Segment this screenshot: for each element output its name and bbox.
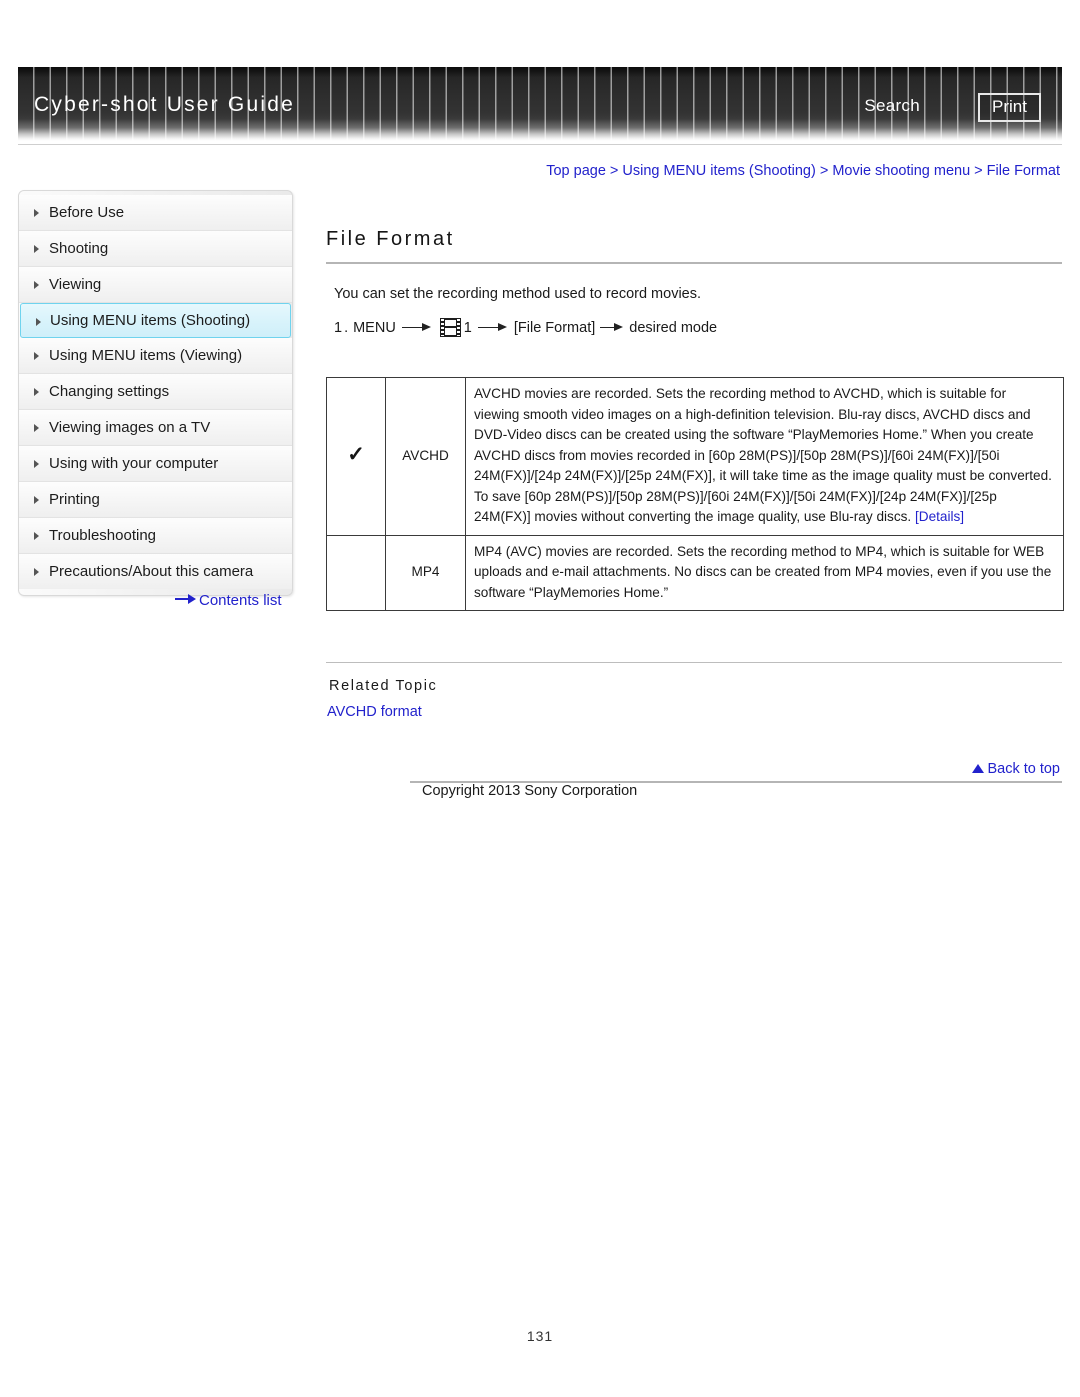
- triangle-bullet-icon: [34, 388, 39, 396]
- sidebar-item-label: Using MENU items (Viewing): [49, 347, 243, 364]
- sidebar-item-changing-settings[interactable]: Changing settings: [19, 374, 292, 410]
- triangle-bullet-icon: [36, 318, 41, 326]
- print-button[interactable]: Print: [978, 93, 1041, 122]
- sidebar-item-troubleshooting[interactable]: Troubleshooting: [19, 518, 292, 554]
- film-perforation-right: [456, 319, 460, 336]
- format-description-cell: AVCHD movies are recorded. Sets the reco…: [465, 377, 1064, 536]
- header-divider: [18, 144, 1062, 145]
- menu-item-label: [File Format]: [513, 319, 596, 336]
- checkmark-icon: ✓: [347, 443, 365, 466]
- contents-list-label: Contents list: [199, 592, 282, 609]
- format-name-cell: AVCHD: [385, 377, 466, 536]
- sidebar-item-precautions-about-this-camera[interactable]: Precautions/About this camera: [19, 554, 292, 589]
- sidebar-item-label: Using with your computer: [49, 455, 219, 472]
- back-to-top-label: Back to top: [987, 761, 1060, 777]
- sidebar-item-printing[interactable]: Printing: [19, 482, 292, 518]
- copyright-text: Copyright 2013 Sony Corporation: [422, 783, 638, 799]
- triangle-bullet-icon: [34, 496, 39, 504]
- sidebar-item-label: Shooting: [49, 240, 109, 257]
- intro-paragraph: You can set the recording method used to…: [334, 286, 702, 302]
- search-button[interactable]: Search: [864, 96, 920, 116]
- table-row: ✓ AVCHD AVCHD movies are recorded. Sets …: [326, 377, 1064, 536]
- site-title: Cyber-shot User Guide: [34, 93, 295, 116]
- sidebar-item-label: Printing: [49, 491, 100, 508]
- back-to-top-link[interactable]: Back to top: [972, 761, 1060, 777]
- sidebar-item-label: Before Use: [49, 204, 125, 221]
- step-result-label: desired mode: [629, 319, 718, 336]
- sidebar-item-viewing[interactable]: Viewing: [19, 267, 292, 303]
- sidebar-item-label: Using MENU items (Shooting): [50, 312, 251, 329]
- default-check-cell: ✓: [326, 377, 386, 536]
- right-arrow-icon: [600, 322, 624, 334]
- related-topic-link[interactable]: AVCHD format: [327, 704, 422, 720]
- format-name-cell: MP4: [385, 534, 466, 611]
- sidebar-item-using-with-your-computer[interactable]: Using with your computer: [19, 446, 292, 482]
- sidebar-item-label: Troubleshooting: [49, 527, 157, 544]
- triangle-bullet-icon: [34, 460, 39, 468]
- triangle-bullet-icon: [34, 424, 39, 432]
- menu-label: MENU: [353, 319, 396, 336]
- sidebar-item-using-menu-items-viewing[interactable]: Using MENU items (Viewing): [19, 338, 292, 374]
- title-divider: [326, 262, 1062, 264]
- sidebar-item-shooting[interactable]: Shooting: [19, 231, 292, 267]
- right-arrow-icon: [401, 322, 432, 334]
- related-topic-divider: [326, 662, 1062, 663]
- triangle-bullet-icon: [34, 568, 39, 576]
- film-perforation-left: [440, 319, 444, 336]
- default-check-cell: [326, 534, 386, 611]
- sidebar-item-label: Changing settings: [49, 383, 170, 400]
- triangle-up-icon: [972, 764, 985, 773]
- description-text: AVCHD movies are recorded. Sets the reco…: [474, 386, 1052, 524]
- right-arrow-icon: [175, 594, 197, 604]
- sidebar-item-using-menu-items-shooting[interactable]: Using MENU items (Shooting): [20, 303, 291, 338]
- right-arrow-icon: [477, 322, 508, 334]
- triangle-bullet-icon: [34, 245, 39, 253]
- sidebar-item-label: Precautions/About this camera: [49, 563, 254, 580]
- triangle-bullet-icon: [34, 281, 39, 289]
- movie-film-icon: [439, 318, 461, 337]
- sidebar-item-label: Viewing images on a TV: [49, 419, 211, 436]
- breadcrumb[interactable]: Top page > Using MENU items (Shooting) >…: [546, 163, 1060, 179]
- file-format-table: ✓ AVCHD AVCHD movies are recorded. Sets …: [326, 377, 1064, 611]
- contents-list-link[interactable]: Contents list: [175, 592, 282, 609]
- site-header: Cyber-shot User Guide Search Print: [18, 67, 1062, 141]
- sidebar-item-label: Viewing: [49, 276, 102, 293]
- details-link[interactable]: [Details]: [915, 509, 964, 524]
- sidebar-item-viewing-images-on-a-tv[interactable]: Viewing images on a TV: [19, 410, 292, 446]
- format-description-cell: MP4 (AVC) movies are recorded. Sets the …: [465, 534, 1064, 611]
- table-row: MP4 MP4 (AVC) movies are recorded. Sets …: [326, 534, 1064, 611]
- sidebar-nav: Before Use Shooting Viewing Using MENU i…: [18, 190, 293, 596]
- step-number: 1.: [334, 319, 351, 336]
- movie-menu-tab-number: 1: [463, 319, 472, 336]
- sidebar-item-before-use[interactable]: Before Use: [19, 195, 292, 231]
- step-instruction: 1. MENU 1 [File Format] desired mode: [334, 318, 717, 337]
- related-topic-heading: Related Topic: [329, 678, 438, 694]
- film-frame-bar: [444, 326, 456, 328]
- description-text: MP4 (AVC) movies are recorded. Sets the …: [474, 543, 1052, 600]
- triangle-bullet-icon: [34, 209, 39, 217]
- triangle-bullet-icon: [34, 532, 39, 540]
- page-number: 131: [526, 1328, 554, 1344]
- triangle-bullet-icon: [34, 352, 39, 360]
- page-title: File Format: [326, 228, 455, 250]
